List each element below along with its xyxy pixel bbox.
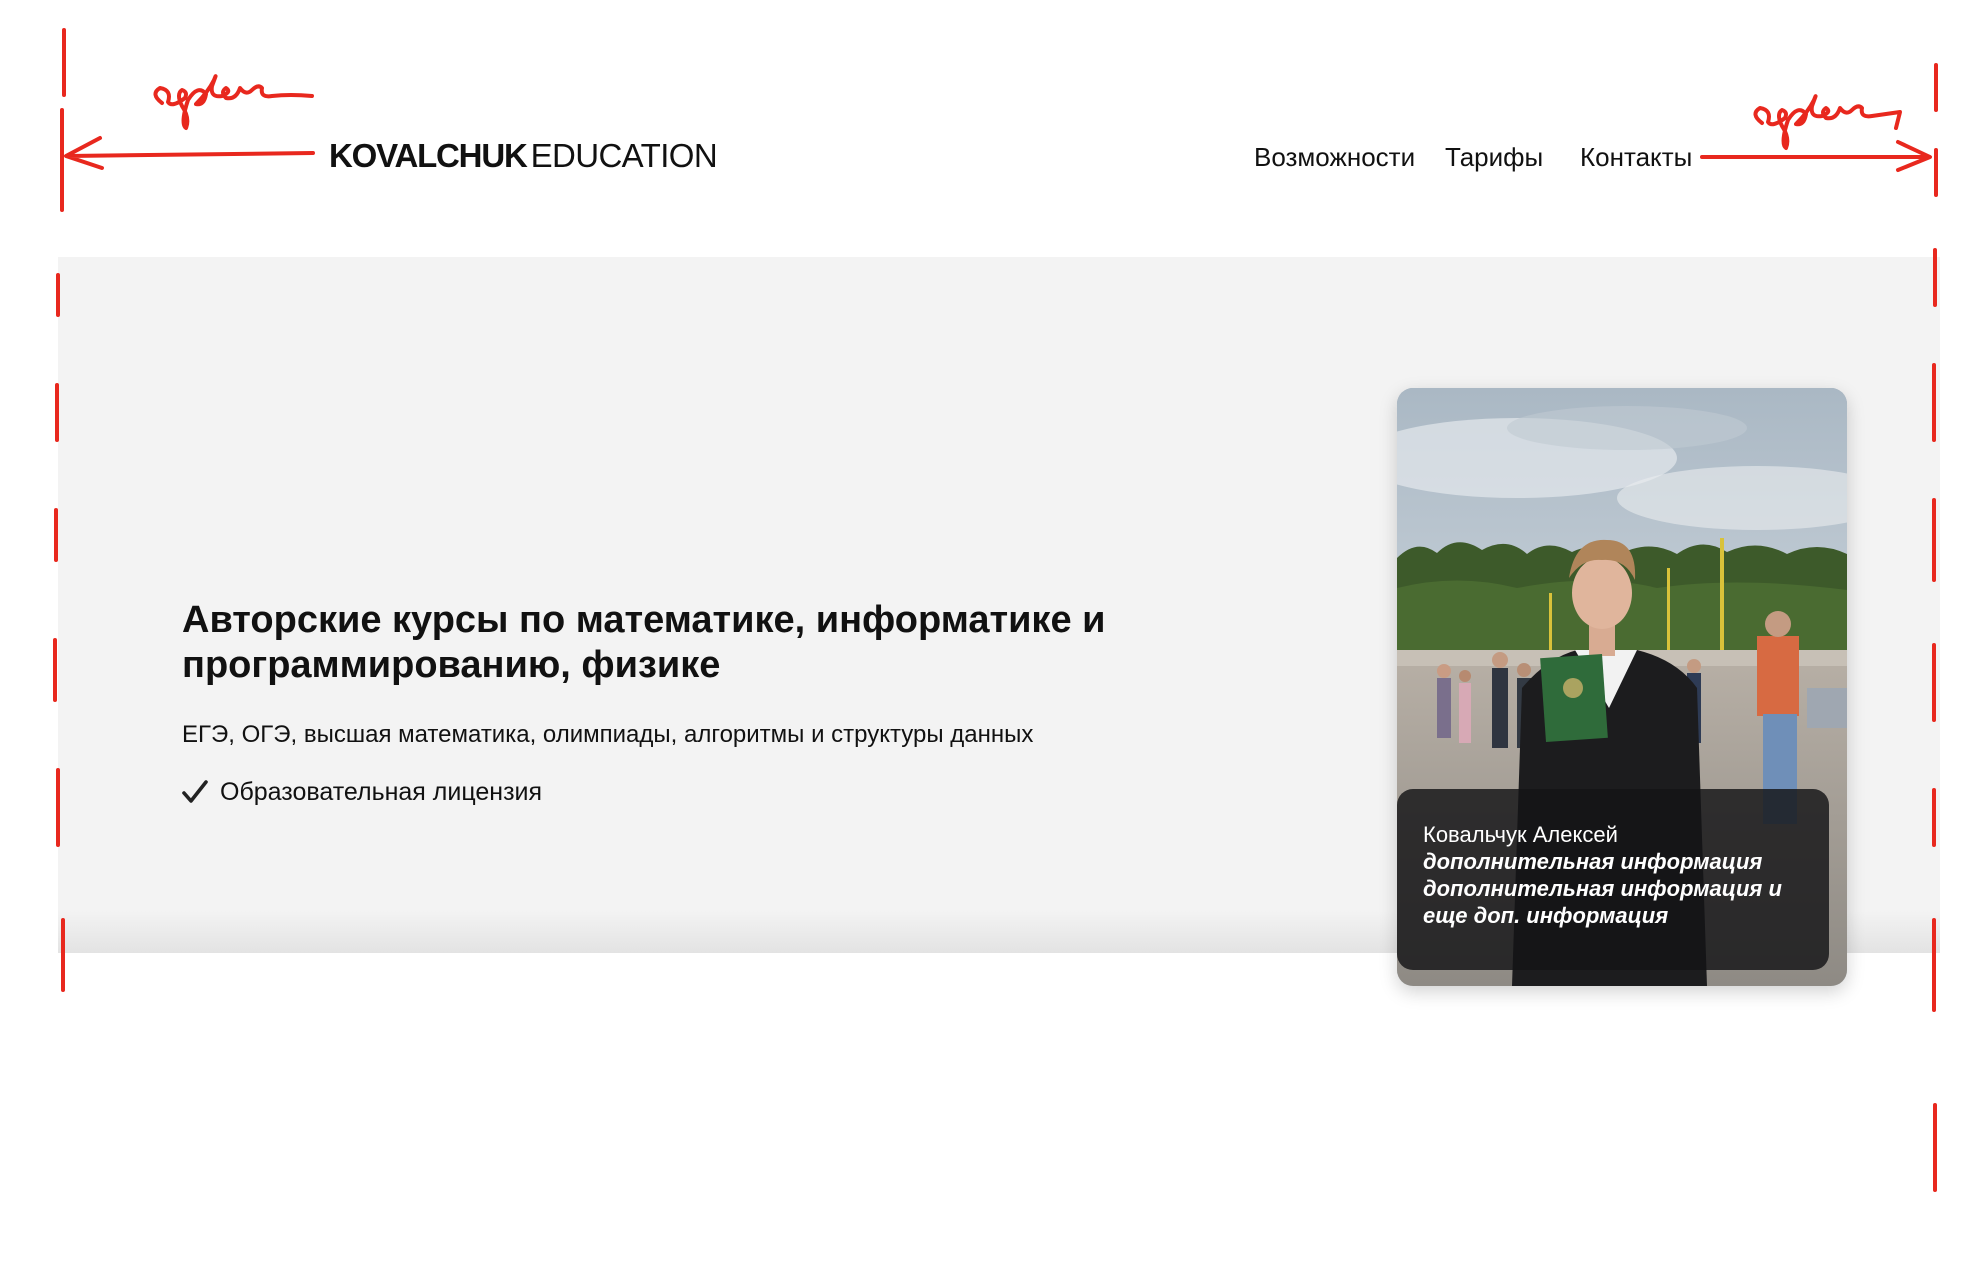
hero-subtitle: ЕГЭ, ОГЭ, высшая математика, олимпиады, … bbox=[182, 721, 1034, 748]
nav-link-contacts[interactable]: Контакты bbox=[1580, 142, 1692, 172]
teacher-card: Ковальчук Алексей дополнительная информа… bbox=[1397, 388, 1847, 986]
right-arrow-icon bbox=[1700, 140, 1932, 172]
teacher-info-line: дополнительная информация и bbox=[1423, 876, 1782, 901]
nav-link-features[interactable]: Возможности bbox=[1254, 142, 1415, 172]
teacher-caption: Ковальчук Алексей дополнительная информа… bbox=[1397, 789, 1829, 970]
hero-title: Авторские курсы по математике, информати… bbox=[182, 599, 1106, 686]
license-badge: Образовательная лицензия bbox=[182, 776, 542, 808]
teacher-info-line: еще доп. информация bbox=[1423, 903, 1669, 928]
left-arrow-icon bbox=[64, 136, 315, 170]
logo-bold: KOVALCHUK bbox=[329, 137, 528, 174]
teacher-name: Ковальчук Алексей bbox=[1423, 822, 1618, 847]
left-note-scribble bbox=[153, 74, 314, 130]
logo[interactable]: KOVALCHUK EDUCATION bbox=[329, 137, 718, 174]
right-note-scribble bbox=[1753, 94, 1902, 150]
teacher-info-line: дополнительная информация bbox=[1423, 849, 1763, 874]
nav-link-pricing[interactable]: Тарифы bbox=[1445, 142, 1543, 172]
license-text: Образовательная лицензия bbox=[220, 778, 543, 806]
logo-light: EDUCATION bbox=[530, 137, 718, 174]
check-icon bbox=[182, 780, 208, 803]
